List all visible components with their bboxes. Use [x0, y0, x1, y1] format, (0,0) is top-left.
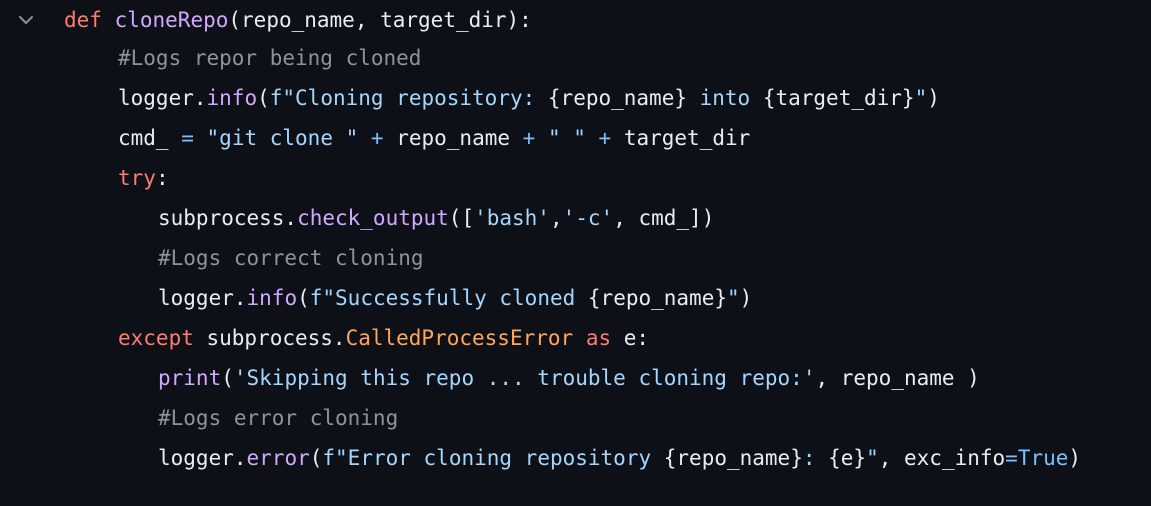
code-token: ) [1068, 446, 1082, 470]
code-token: error [246, 446, 310, 470]
code-token: f"Cloning repository: [269, 86, 548, 110]
code-token: {repo_name} [587, 286, 727, 310]
code-token: ) [739, 286, 753, 310]
code-editor[interactable]: def cloneRepo(repo_name, target_dir): #L… [0, 0, 1151, 506]
code-token: info [206, 86, 258, 110]
code-token: subprocess. [158, 206, 298, 230]
code-token: + [370, 126, 384, 150]
code-token: '-c' [562, 206, 614, 230]
code-line-cmd: cmd_ = "git clone " + repo_name + " " + … [0, 118, 750, 158]
code-token: cloneRepo [114, 8, 229, 32]
code-token: e: [611, 326, 650, 350]
code-token: 'bash' [474, 206, 550, 230]
code-token: print [158, 366, 222, 390]
code-token: , [549, 206, 563, 230]
code-token: #Logs correct cloning [158, 246, 424, 270]
code-token: f"Error cloning repository [322, 446, 664, 470]
code-token: info [246, 286, 298, 310]
code-token: subprocess. [193, 326, 346, 350]
code-token: ) [927, 86, 940, 110]
code-token: logger. [118, 86, 207, 110]
code-token: : [802, 446, 829, 470]
code-line-comment: #Logs error cloning [0, 398, 398, 438]
code-token: def [64, 8, 102, 32]
code-token: " [914, 86, 928, 110]
code-token: ( [221, 366, 234, 390]
code-token: , exc_info [878, 446, 1006, 470]
code-token: + [598, 126, 612, 150]
code-token: , repo_name ) [815, 366, 980, 390]
code-token: logger. [158, 446, 247, 470]
code-token: cmd_ [118, 126, 182, 150]
code-token: = [1005, 446, 1018, 470]
code-line-logger-info: logger.info(f"Cloning repository: {repo_… [0, 78, 940, 118]
code-token: CalledProcessError [345, 326, 574, 350]
code-token: {repo_name} [663, 446, 803, 470]
code-token: , cmd_]) [613, 206, 715, 230]
code-token: ([ [448, 206, 475, 230]
code-token: ( [297, 286, 310, 310]
code-token: : [155, 166, 169, 190]
code-token: #Logs repor being cloned [118, 46, 422, 70]
code-token: " [726, 286, 740, 310]
code-token: = [181, 126, 194, 150]
code-token: (repo_name, target_dir): [228, 8, 532, 32]
code-token: {e} [828, 446, 867, 470]
code-token: " [866, 446, 879, 470]
code-token: repo_name [383, 126, 523, 150]
code-line-logger-info: logger.info(f"Successfully cloned {repo_… [0, 278, 752, 318]
code-line-logger-error: logger.error(f"Error cloning repository … [0, 438, 1081, 478]
code-token: logger. [158, 286, 247, 310]
code-line-subprocess: subprocess.check_output(['bash','-c', cm… [0, 198, 714, 238]
code-token: except [118, 326, 194, 350]
code-line-def: def cloneRepo(repo_name, target_dir): [0, 0, 532, 40]
code-token: #Logs error cloning [158, 406, 399, 430]
code-token: "git clone " [206, 126, 359, 150]
code-token: " " [547, 126, 586, 150]
code-token: True [1017, 446, 1069, 470]
code-token: {target_dir} [762, 86, 915, 110]
code-token: try [118, 166, 156, 190]
code-token: into [686, 86, 763, 110]
code-token: as [585, 326, 612, 350]
code-token: target_dir [611, 126, 751, 150]
code-token: ( [257, 86, 270, 110]
code-line-comment: #Logs correct cloning [0, 238, 424, 278]
code-line-except: except subprocess.CalledProcessError as … [0, 318, 649, 358]
code-token: check_output [297, 206, 449, 230]
code-token: {repo_name} [547, 86, 687, 110]
code-token: ( [309, 446, 323, 470]
code-token: + [522, 126, 536, 150]
code-line-try: try: [0, 158, 169, 198]
code-line-print: print('Skipping this repo ... trouble cl… [0, 358, 980, 398]
code-token: 'Skipping this repo ... trouble cloning … [233, 366, 816, 390]
code-line-comment: #Logs repor being cloned [0, 38, 421, 78]
code-token: f"Successfully cloned [309, 286, 588, 310]
